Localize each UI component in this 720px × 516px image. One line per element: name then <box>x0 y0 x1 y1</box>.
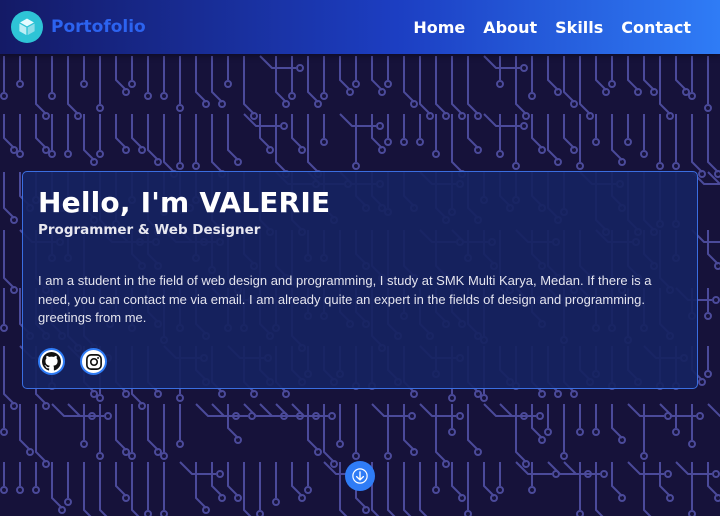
nav-link-home[interactable]: Home <box>413 18 465 37</box>
nav-link-about[interactable]: About <box>483 18 537 37</box>
nav-menu: Home About Skills Contact <box>413 18 691 37</box>
instagram-icon <box>85 353 103 371</box>
brand[interactable]: Portofolio <box>11 11 146 43</box>
hero-description: I am a student in the field of web desig… <box>38 273 652 325</box>
navbar: Portofolio Home About Skills Contact <box>0 0 720 54</box>
github-link[interactable] <box>38 348 65 375</box>
hero-subtitle: Programmer & Web Designer <box>38 222 261 238</box>
hero-card: Hello, I'm VALERIE Programmer & Web Desi… <box>22 171 698 389</box>
scroll-down-button[interactable] <box>345 461 375 491</box>
social-links <box>38 348 107 375</box>
cube-icon <box>11 11 43 43</box>
github-icon <box>42 352 61 371</box>
instagram-link[interactable] <box>80 348 107 375</box>
nav-link-contact[interactable]: Contact <box>621 18 691 37</box>
nav-link-skills[interactable]: Skills <box>555 18 603 37</box>
hero-title: Hello, I'm VALERIE <box>38 186 331 219</box>
arrow-down-icon <box>351 467 369 485</box>
brand-name: Portofolio <box>51 17 146 37</box>
